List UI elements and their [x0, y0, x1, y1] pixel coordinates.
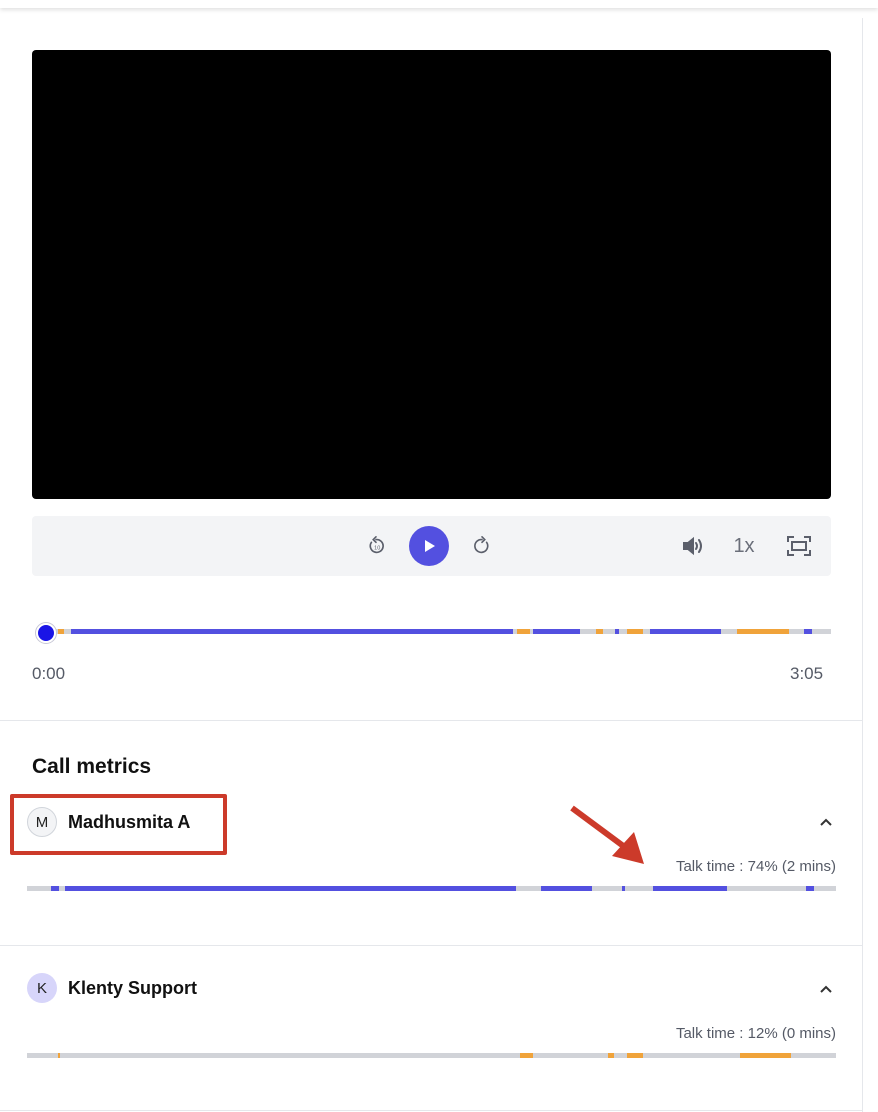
avatar: K — [27, 973, 57, 1003]
annotation-arrow-icon — [570, 805, 644, 864]
rewind-icon[interactable]: 10 — [364, 534, 388, 558]
speech-segment — [595, 629, 604, 634]
divider — [0, 1110, 862, 1111]
video-player[interactable] — [32, 50, 831, 499]
speech-segment — [65, 886, 517, 891]
speech-segment — [626, 629, 643, 634]
forward-icon[interactable] — [470, 534, 494, 558]
speech-segment — [517, 629, 530, 634]
speaker-timeline — [27, 886, 836, 891]
speech-segment — [627, 1053, 644, 1058]
current-time: 0:00 — [32, 664, 66, 683]
speech-segment — [615, 629, 620, 634]
volume-icon[interactable] — [679, 533, 705, 559]
panel-divider — [862, 18, 863, 1112]
total-duration: 3:05 — [790, 664, 824, 683]
divider — [0, 720, 862, 721]
speech-segment — [51, 886, 60, 891]
speech-segment — [653, 886, 727, 891]
playback-speed-button[interactable]: 1x — [730, 532, 758, 560]
speech-segment — [806, 886, 815, 891]
divider — [0, 945, 862, 946]
speech-segment — [650, 629, 722, 634]
fullscreen-icon[interactable] — [785, 532, 813, 560]
annotation-highlight-box — [10, 794, 227, 855]
seek-handle[interactable] — [36, 623, 56, 643]
speech-segment — [607, 1053, 615, 1058]
svg-text:10: 10 — [374, 546, 380, 552]
play-icon — [425, 540, 435, 552]
chevron-up-icon[interactable] — [816, 980, 836, 1000]
call-metrics-title: Call metrics — [32, 755, 152, 778]
play-button[interactable] — [409, 526, 449, 566]
speech-segment — [803, 629, 813, 634]
speech-segment — [739, 1053, 792, 1058]
talk-time-label: Talk time : 74% (2 mins) — [675, 858, 836, 875]
playback-timeline[interactable] — [46, 629, 831, 634]
speech-segment — [621, 886, 625, 891]
speech-segment — [520, 1053, 534, 1058]
speaker-timeline — [27, 1053, 836, 1058]
speech-segment — [57, 1053, 61, 1058]
speech-segment — [57, 629, 65, 634]
speech-segment — [71, 629, 514, 634]
speech-segment — [532, 629, 580, 634]
talk-time-label: Talk time : 12% (0 mins) — [675, 1025, 836, 1042]
player-controls: 10 1x — [32, 516, 831, 576]
top-bar — [0, 0, 878, 8]
participant-name: Klenty Support — [68, 978, 197, 998]
timeline-base — [27, 1053, 836, 1058]
speech-segment — [540, 886, 592, 891]
chevron-up-icon[interactable] — [816, 813, 836, 833]
speech-segment — [736, 629, 790, 634]
